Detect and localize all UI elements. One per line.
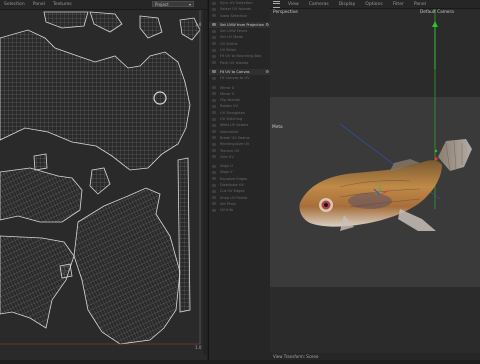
hamburger-menu-icon[interactable]: [273, 0, 280, 8]
uv-tool-label: UV Shrink: [220, 41, 238, 46]
viewport-svg: [270, 9, 480, 360]
uv-tool-label: Align V: [220, 170, 233, 175]
uv-tool-label: UV Info: [220, 208, 234, 213]
uv-canvas[interactable]: 1.0 1.0: [0, 10, 203, 355]
viewport-menubar: View Cameras Display Options Filter Pane…: [270, 0, 480, 9]
uv-tool-label: UV Relax: [220, 48, 237, 53]
uv-island-small-2: [89, 167, 111, 195]
uv-island-tail: [73, 187, 181, 345]
uv-tool-label: UV Stitching: [220, 117, 243, 122]
uv-tool-label: Set Pivot: [220, 201, 236, 206]
uv-tool-label: Sync UV Selection: [220, 1, 253, 5]
uv-tool-label: Align U: [220, 164, 233, 169]
uv-tool-label: Snap UV Points: [220, 195, 248, 200]
menu-panel[interactable]: Panel: [29, 2, 49, 7]
uv-island-body: [0, 29, 191, 171]
uv-tool-label: Distribute UV: [220, 183, 244, 188]
uv-tool-label: Flip Islands: [220, 98, 241, 103]
viewport-status-bar: View Transform: Scene: [270, 353, 480, 360]
menu-selection[interactable]: Selection: [0, 2, 29, 7]
menu-textures[interactable]: Textures: [49, 2, 76, 7]
uv-tool-label: Pack UV Islands: [220, 60, 249, 65]
uv-tool-label: Terrace UV: [220, 148, 240, 153]
viewport-camera-name[interactable]: Default Camera: [420, 10, 454, 15]
uv-tool-label: Set UVW from Projection: [220, 22, 265, 27]
uv-tool-label: Rectangulize UV: [220, 142, 250, 147]
uv-tool-label: Normalize: [220, 129, 239, 134]
uv-tool-label: Set UV Mode: [220, 35, 244, 40]
uv-tool-label: Fit UV to Canvas: [220, 69, 250, 74]
viewport-panel: View Cameras Display Options Filter Pane…: [270, 0, 480, 360]
viewport-axis-label: Meta: [272, 125, 283, 130]
uv-corner-label-top: 1.0: [195, 22, 202, 27]
uv-tool-label: Break UV Seams: [220, 135, 250, 140]
menu-options[interactable]: Options: [360, 2, 387, 7]
uv-tool-item[interactable]: Fit Canvas to UV: [209, 75, 271, 81]
viewport-view-name: Perspective: [273, 10, 298, 15]
uv-corner-label-bottom: 1.0: [195, 345, 202, 350]
uv-tool-label: Mirror V: [220, 91, 235, 96]
uv-editor-menubar: Selection Panel Textures Project: [0, 0, 207, 10]
uv-tool-item[interactable]: Grid UV: [209, 154, 271, 160]
uv-tool-label: Fit Canvas to UV: [220, 76, 250, 81]
uv-editor-panel: Selection Panel Textures Project ▾ 1.0 1…: [0, 0, 207, 360]
uv-tool-item[interactable]: UV Info: [209, 207, 271, 213]
uv-island-fin-left: [0, 167, 83, 223]
uv-tool-item[interactable]: Grow Selection: [209, 13, 271, 19]
uv-island-small-3: [59, 263, 73, 279]
viewport-3d-scene[interactable]: [270, 9, 480, 360]
menu-panel-vp[interactable]: Panel: [409, 2, 431, 7]
menu-view[interactable]: View: [283, 2, 304, 7]
uv-tool-label: Fit UV to Bounding Box: [220, 54, 262, 59]
menu-display[interactable]: Display: [334, 2, 361, 7]
uv-tool-label: Grow Selection: [220, 13, 248, 18]
texture-selector-dropdown[interactable]: Project: [152, 1, 194, 8]
uv-tool-label: Set UVW Fence: [220, 29, 248, 34]
menu-filter[interactable]: Filter: [388, 2, 409, 7]
uv-island-strip: [177, 157, 191, 313]
menu-cameras[interactable]: Cameras: [304, 2, 334, 7]
uv-tool-label: Rotate UV: [220, 104, 238, 109]
uv-islands-svg: 1.0 1.0: [0, 10, 202, 350]
uv-tool-label: Grid UV: [220, 154, 234, 159]
uv-tool-label: Cut UV Edges: [220, 189, 245, 194]
uv-island-small-1: [33, 153, 48, 171]
uv-tool-label: Equalize Edges: [220, 176, 248, 181]
uv-island-top-2: [89, 11, 123, 33]
uv-tool-label: Weld UV Seams: [220, 123, 249, 128]
uv-tool-item[interactable]: Pack UV Islands: [209, 60, 271, 66]
uv-tool-label: Select UV Islands: [220, 7, 252, 12]
uv-island-top-3: [139, 15, 163, 39]
uv-tool-label: UV Straighten: [220, 110, 246, 115]
uv-scrollbar[interactable]: [203, 10, 207, 355]
uv-island-top-1: [43, 11, 89, 29]
uv-island-bottom-left: [0, 235, 75, 329]
uv-tool-label: Mirror U: [220, 85, 235, 90]
uv-tools-panel: Sync UV Selection Select UV Islands Grow S…: [208, 0, 272, 360]
